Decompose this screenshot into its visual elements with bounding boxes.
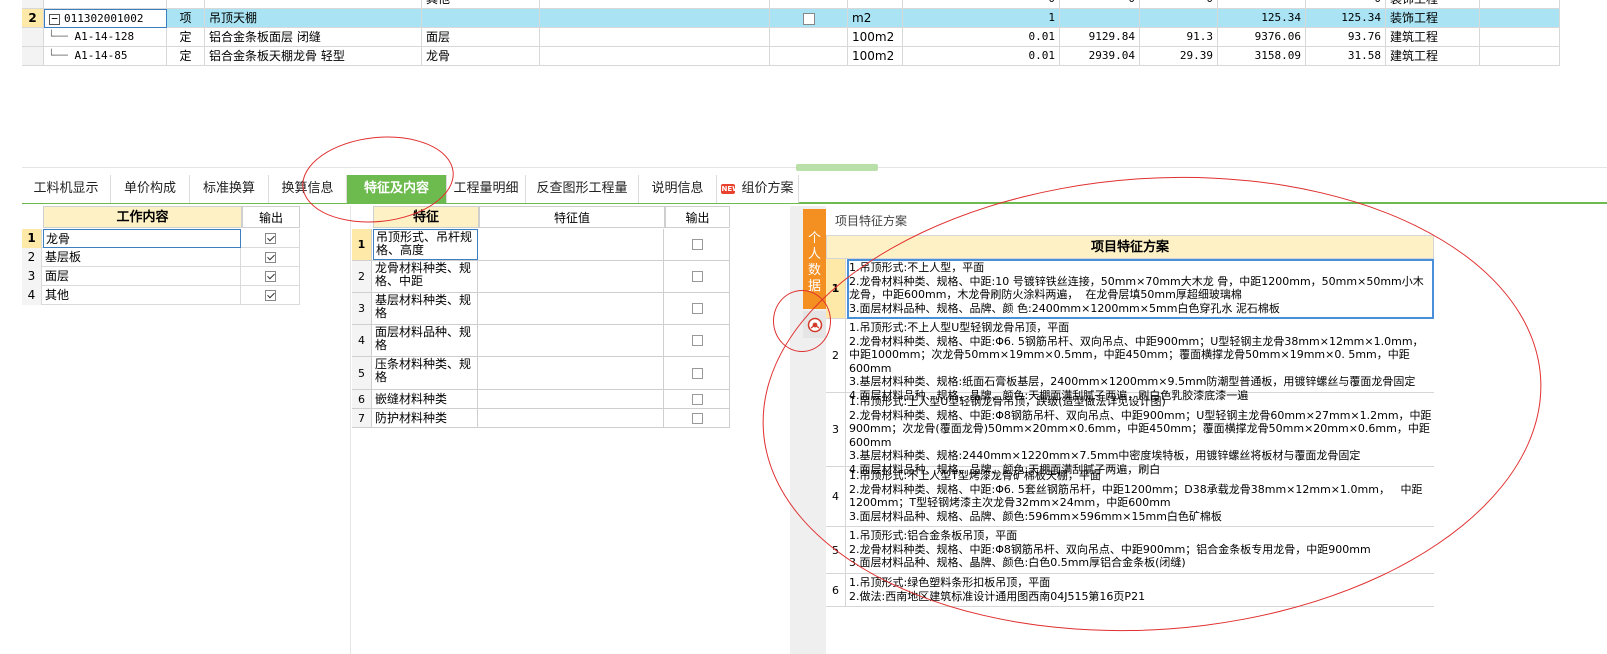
table-row[interactable]: 5 压条材料种类、规格 <box>352 357 730 390</box>
plan-text: 1.吊顶形式:不上人型U型轻钢龙骨吊顶，平面 2.龙骨材料种类、规格、中距:Φ6… <box>849 321 1424 402</box>
work-item-name[interactable]: 龙骨 <box>43 229 241 248</box>
personal-data-tab[interactable]: 个人数据 <box>803 209 826 309</box>
feature-value-cell[interactable] <box>479 325 664 356</box>
output-checkbox[interactable] <box>691 393 703 405</box>
new-badge-icon: NEW <box>721 183 740 194</box>
cloud-data-tab[interactable] <box>803 311 826 338</box>
feature-value-cell[interactable] <box>479 357 664 389</box>
plan-text: 1.吊顶形式:不上人型，平面 2.龙骨材料种类、规格、中距:10 号镀锌铁丝连接… <box>847 259 1434 319</box>
collapse-icon[interactable]: − <box>49 13 60 25</box>
list-item[interactable]: 1 龙骨 <box>22 229 300 248</box>
output-checkbox[interactable] <box>265 252 276 263</box>
work-item-name[interactable]: 面层 <box>43 267 241 286</box>
plan-text: 1.吊顶形式:不上人型T型烤漆龙骨矿棉板天棚，平面 2.龙骨材料种类、规格、中距… <box>849 469 1423 523</box>
output-checkbox[interactable] <box>265 290 276 301</box>
work-item-name[interactable]: 其他 <box>43 286 241 305</box>
table-row[interactable]: 6 嵌缝材料种类 <box>352 390 730 409</box>
output-checkbox[interactable] <box>691 303 703 314</box>
row-number: 2 <box>22 9 44 28</box>
feature-name: 防护材料种类 <box>373 409 478 427</box>
panel-divider <box>350 206 351 654</box>
tab-description[interactable]: 说明信息 <box>639 175 717 203</box>
splitter-handle[interactable] <box>796 164 878 171</box>
tab-material-display[interactable]: 工料机显示 <box>22 175 111 203</box>
tab-standard-conversion[interactable]: 标准换算 <box>190 175 269 203</box>
table-row-partial[interactable]: 其他 0 0 0 0 装饰工程 <box>0 0 1607 9</box>
feature-value-cell[interactable] <box>479 229 664 260</box>
feature-name: 压条材料种类、规格 <box>373 357 478 389</box>
item-code-cell[interactable]: −011302001002 <box>44 9 167 28</box>
plan-row[interactable]: 6 1.吊顶形式:绿色塑料条形扣板吊顶，平面 2.做法:西南地区建筑标准设计通用… <box>826 574 1434 607</box>
work-item-name[interactable]: 基层板 <box>43 248 241 267</box>
table-row[interactable]: 3 基层材料种类、规格 <box>352 293 730 325</box>
feature-name: 吊顶形式、吊杆规格、高度 <box>373 229 478 260</box>
plan-table-header: 项目特征方案 <box>826 235 1434 259</box>
feature-value-header: 特征值 <box>479 206 665 228</box>
feature-value-cell[interactable] <box>479 293 664 324</box>
row-checkbox[interactable] <box>802 12 815 25</box>
plan-row[interactable]: 5 1.吊顶形式:铝合金条板吊顶，平面 2.龙骨材料种类、规格、中距:Φ8钢筋吊… <box>826 527 1434 574</box>
output-checkbox[interactable] <box>265 271 276 282</box>
row-checkbox-cell[interactable] <box>770 9 848 28</box>
output-header: 输出 <box>242 206 300 228</box>
plan-row[interactable]: 4 1.吊顶形式:不上人型T型烤漆龙骨矿棉板天棚，平面 2.龙骨材料种类、规格、… <box>826 467 1434 527</box>
list-item[interactable]: 4 其他 <box>22 286 300 305</box>
tab-conversion-info[interactable]: 换算信息 <box>269 175 347 203</box>
panel-title: 项目特征方案 <box>835 214 908 228</box>
plan-text: 1.吊顶形式:铝合金条板吊顶，平面 2.龙骨材料种类、规格、中距:Φ8钢筋吊杆、… <box>849 529 1371 569</box>
output-checkbox[interactable] <box>265 233 276 244</box>
detail-tab-bar: 工料机显示 单价构成 标准换算 换算信息 特征及内容 工程量明细 反查图形工程量… <box>22 175 1607 204</box>
table-row-quota[interactable]: └── A1-14-128 定 铝合金条板面层 闭缝 面层 100m2 0.01… <box>0 28 1607 47</box>
output-checkbox[interactable] <box>691 239 703 250</box>
tab-pricing-plan[interactable]: NEW 组价方案 <box>717 175 799 203</box>
plan-library-icon <box>807 317 822 332</box>
tab-unit-price[interactable]: 单价构成 <box>111 175 190 203</box>
bill-items-grid: 其他 0 0 0 0 装饰工程 2 −011302001002 项 吊顶天棚 m… <box>0 0 1607 66</box>
feature-value-cell[interactable] <box>479 261 664 292</box>
tab-graphic-quantity[interactable]: 反查图形工程量 <box>526 175 639 203</box>
left-gutter <box>0 64 22 654</box>
plan-text: 1.吊顶形式:绿色塑料条形扣板吊顶，平面 2.做法:西南地区建筑标准设计通用图西… <box>849 576 1146 603</box>
feature-name: 基层材料种类、规格 <box>373 293 478 324</box>
table-row[interactable]: 4 面层材料品种、规格 <box>352 325 730 357</box>
table-row[interactable]: 2 龙骨材料种类、规格、中距 <box>352 261 730 293</box>
output-checkbox[interactable] <box>691 271 703 282</box>
partial-row-type: 其他 <box>422 0 540 9</box>
tree-connector-icon: └── <box>48 30 68 43</box>
table-row-quota[interactable]: └── A1-14-85 定 铝合金条板天棚龙骨 轻型 龙骨 100m2 0.0… <box>0 47 1607 66</box>
tree-connector-icon: └── <box>48 49 68 62</box>
list-item[interactable]: 3 面层 <box>22 267 300 286</box>
work-content-header: 工作内容 <box>43 206 242 228</box>
tab-quantity-detail[interactable]: 工程量明细 <box>447 175 526 203</box>
output-checkbox[interactable] <box>691 335 703 346</box>
tab-features-content[interactable]: 特征及内容 <box>347 175 447 203</box>
item-name: 吊顶天棚 <box>205 9 422 28</box>
table-row-item[interactable]: 2 −011302001002 项 吊顶天棚 m2 1 125.34 125.3… <box>0 9 1607 28</box>
plan-row[interactable]: 1 1.吊顶形式:不上人型，平面 2.龙骨材料种类、规格、中距:10 号镀锌铁丝… <box>826 259 1434 319</box>
list-item[interactable]: 2 基层板 <box>22 248 300 267</box>
output-checkbox[interactable] <box>691 412 703 424</box>
table-row[interactable]: 1 吊顶形式、吊杆规格、高度 <box>352 229 730 261</box>
feature-value-cell[interactable] <box>479 409 664 427</box>
table-row[interactable]: 7 防护材料种类 <box>352 409 730 428</box>
plan-row[interactable]: 3 1.吊顶形式:上人型U型轻钢龙骨吊顶，跌级(造型做法详见设计图) 2.龙骨材… <box>826 393 1434 476</box>
feature-header: 特征 <box>373 206 479 228</box>
output-checkbox[interactable] <box>691 367 703 379</box>
feature-output-header: 输出 <box>665 206 730 228</box>
feature-value-cell[interactable] <box>479 390 664 408</box>
plan-text: 1.吊顶形式:上人型U型轻钢龙骨吊顶，跌级(造型做法详见设计图) 2.龙骨材料种… <box>849 395 1432 476</box>
feature-name: 面层材料品种、规格 <box>373 325 478 356</box>
app-window: 其他 0 0 0 0 装饰工程 2 −011302001002 项 吊顶天棚 m… <box>0 0 1607 654</box>
plan-row[interactable]: 2 1.吊顶形式:不上人型U型轻钢龙骨吊顶，平面 2.龙骨材料种类、规格、中距:… <box>826 319 1434 402</box>
feature-name: 龙骨材料种类、规格、中距 <box>373 261 478 292</box>
feature-name: 嵌缝材料种类 <box>373 390 478 408</box>
